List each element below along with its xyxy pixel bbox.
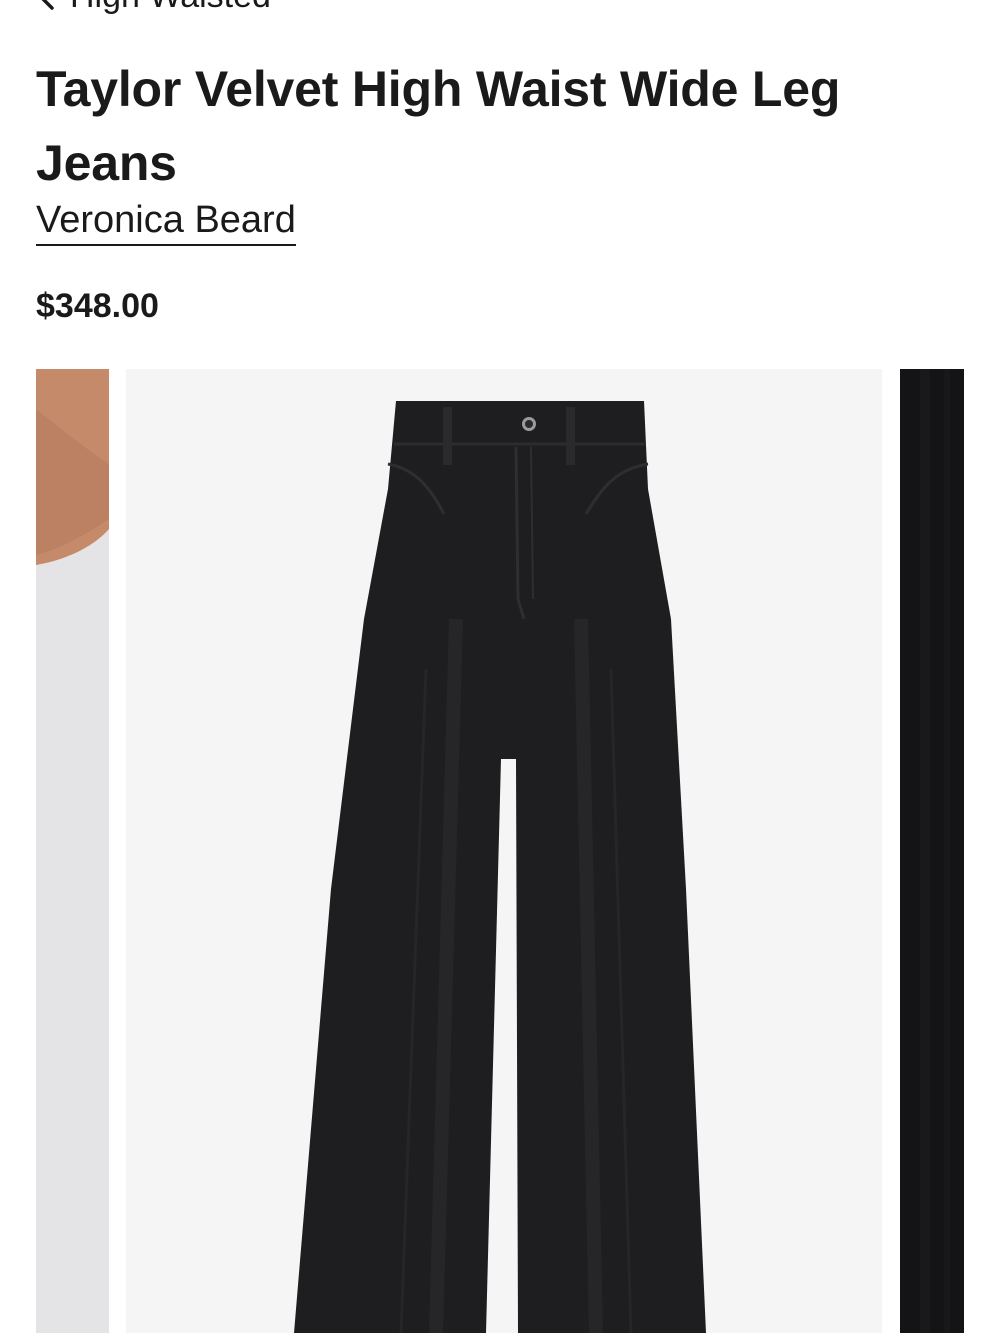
gallery-image-main[interactable] [126,369,882,1333]
gallery-image-next[interactable] [900,369,964,1333]
product-price: $348.00 [36,287,159,325]
image-carousel[interactable] [36,369,964,1333]
breadcrumb-label: High Waisted [70,0,271,16]
gallery-image-previous[interactable] [36,369,109,1333]
breadcrumb[interactable]: High Waisted [36,0,271,16]
brand-link[interactable]: Veronica Beard [36,198,296,246]
product-title: Taylor Velvet High Waist Wide Leg Jeans [36,61,841,191]
chevron-left-icon [36,0,56,11]
